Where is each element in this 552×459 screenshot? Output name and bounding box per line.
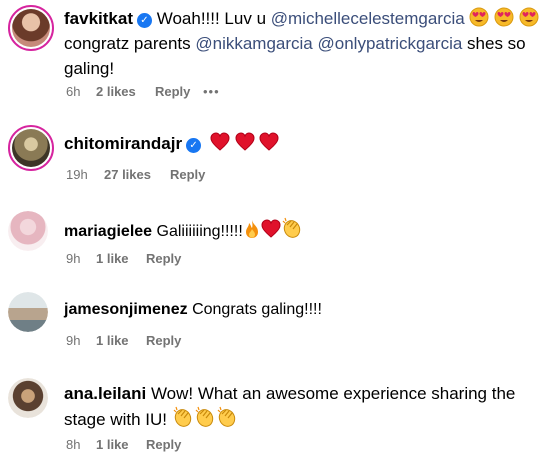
mention-link[interactable]: @michellecelestemgarcia (271, 9, 465, 28)
username[interactable]: ana.leilani (64, 384, 146, 403)
red-heart-emoji (261, 219, 281, 238)
verified-badge-icon: ✓ (136, 13, 152, 28)
timestamp: 9h (66, 333, 81, 348)
fire-emoji (245, 220, 258, 238)
likes-count[interactable]: 1 like (96, 251, 146, 266)
comment-meta: 6h 2 likes Reply ••• (66, 84, 220, 99)
comment-text: Galiiiiiing!!!!! (156, 223, 243, 240)
comment-chitomirandajr: chitomirandajr ✓ 19h 27 likes Reply (0, 118, 552, 193)
comment-mariagielee: mariagielee Galiiiiiing!!!!! 9h 1 like Rep… (0, 203, 552, 273)
likes-count[interactable]: 1 like (96, 437, 146, 452)
likes-count[interactable]: 27 likes (104, 167, 170, 182)
red-heart-emoji (210, 132, 230, 151)
clapping-hands-emoji (195, 406, 213, 427)
timestamp: 6h (66, 84, 81, 99)
username[interactable]: favkitkat (64, 9, 133, 28)
heart-eyes-emoji (519, 7, 539, 27)
comment-meta: 19h 27 likes Reply (66, 167, 205, 182)
comment-favkitkat: favkitkat ✓ Woah!!!! Luv u @michelleceles… (0, 0, 552, 110)
avatar[interactable] (8, 378, 48, 418)
mention-link[interactable]: @nikkamgarcia (195, 34, 312, 53)
username[interactable]: mariagielee (64, 223, 152, 240)
comment-text: stage with IU! (64, 410, 172, 429)
comment-ana-leilani: ana.leilani Wow! What an awesome experie… (0, 372, 552, 459)
reply-button[interactable]: Reply (155, 84, 203, 99)
avatar[interactable] (8, 211, 48, 251)
username[interactable]: chitomirandajr (64, 134, 182, 153)
comment-jamesonjimenez: jamesonjimenez Congrats galing!!!! 9h 1 l… (0, 286, 552, 356)
comment-text: congratz parents (64, 34, 196, 53)
clapping-hands-emoji (282, 217, 300, 238)
reply-button[interactable]: Reply (170, 167, 205, 182)
heart-eyes-emoji (469, 7, 489, 27)
avatar[interactable] (8, 292, 48, 332)
reply-button[interactable]: Reply (146, 437, 181, 452)
comment-meta: 9h 1 like Reply (66, 251, 181, 266)
reply-button[interactable]: Reply (146, 333, 181, 348)
comment-text: Congrats galing!!!! (192, 301, 322, 318)
verified-badge-icon: ✓ (186, 138, 202, 153)
username[interactable]: jamesonjimenez (64, 301, 188, 318)
red-heart-emoji (235, 132, 255, 151)
timestamp: 8h (66, 437, 81, 452)
heart-eyes-emoji (494, 7, 514, 27)
comment-text: Wow! What an awesome experience sharing … (150, 384, 516, 403)
clapping-hands-emoji (173, 406, 191, 427)
comment-meta: 8h 1 like Reply (66, 437, 181, 452)
likes-count[interactable]: 1 like (96, 333, 146, 348)
clapping-hands-emoji (217, 406, 235, 427)
red-heart-emoji (259, 132, 279, 151)
reply-button[interactable]: Reply (146, 251, 181, 266)
comment-text: Woah!!!! Luv u (156, 9, 271, 28)
more-options-icon[interactable]: ••• (203, 84, 220, 99)
comment-text: shes so (462, 34, 526, 53)
avatar[interactable] (8, 125, 54, 171)
comment-meta: 9h 1 like Reply (66, 333, 181, 348)
timestamp: 9h (66, 251, 81, 266)
mention-link[interactable]: @onlypatrickgarcia (318, 34, 463, 53)
likes-count[interactable]: 2 likes (96, 84, 155, 99)
comment-text: galing! (64, 59, 115, 78)
avatar[interactable] (8, 5, 54, 51)
timestamp: 19h (66, 167, 88, 182)
